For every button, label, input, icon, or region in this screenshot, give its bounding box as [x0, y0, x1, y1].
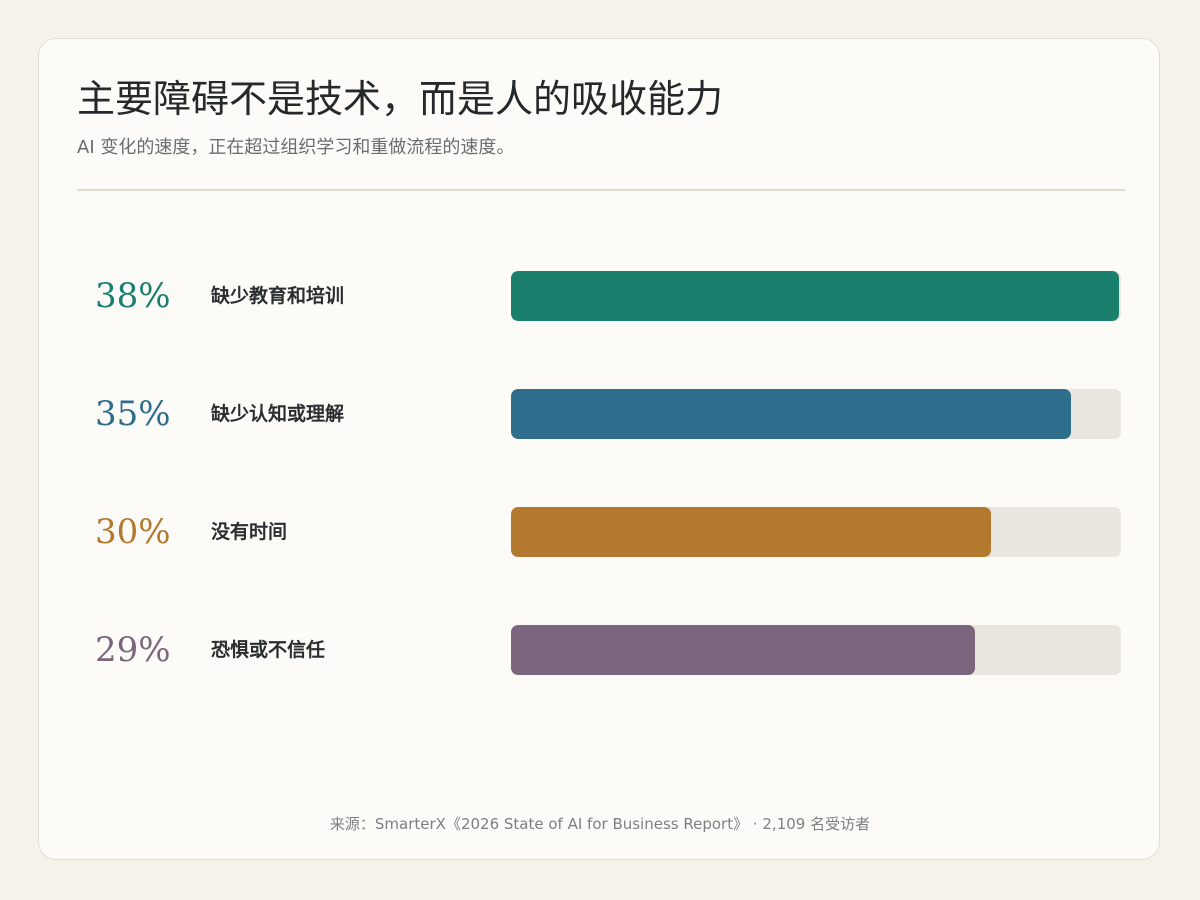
bar-category-label: 没有时间 — [211, 521, 288, 543]
bar-row: 29% 恐惧或不信任 — [39, 625, 1161, 675]
bar-category-label: 恐惧或不信任 — [211, 639, 326, 661]
bar-value-label: 38% — [95, 276, 171, 316]
bar-value-label: 35% — [95, 394, 171, 434]
bar-row: 35% 缺少认知或理解 — [39, 389, 1161, 439]
bar — [511, 625, 975, 675]
bar-track — [511, 271, 1121, 321]
bar-row: 38% 缺少教育和培训 — [39, 271, 1161, 321]
bar-track — [511, 625, 1121, 675]
bar-track — [511, 507, 1121, 557]
bar — [511, 507, 991, 557]
bar-row: 30% 没有时间 — [39, 507, 1161, 557]
bar — [511, 271, 1119, 321]
source-note: 来源：SmarterX《2026 State of AI for Busines… — [329, 815, 871, 833]
bar — [511, 389, 1071, 439]
bar-value-label: 29% — [95, 630, 171, 670]
chart-card: 主要障碍不是技术，而是人的吸收能力 AI 变化的速度，正在超过组织学习和重做流程… — [38, 38, 1160, 860]
bar-category-label: 缺少教育和培训 — [211, 285, 345, 307]
bar-value-label: 30% — [95, 512, 171, 552]
bar-category-label: 缺少认知或理解 — [211, 403, 345, 425]
bar-chart: 38% 缺少教育和培训 35% 缺少认知或理解 30% 没有时间 29% 恐惧或不信任 — [39, 39, 1161, 861]
bar-track — [511, 389, 1121, 439]
